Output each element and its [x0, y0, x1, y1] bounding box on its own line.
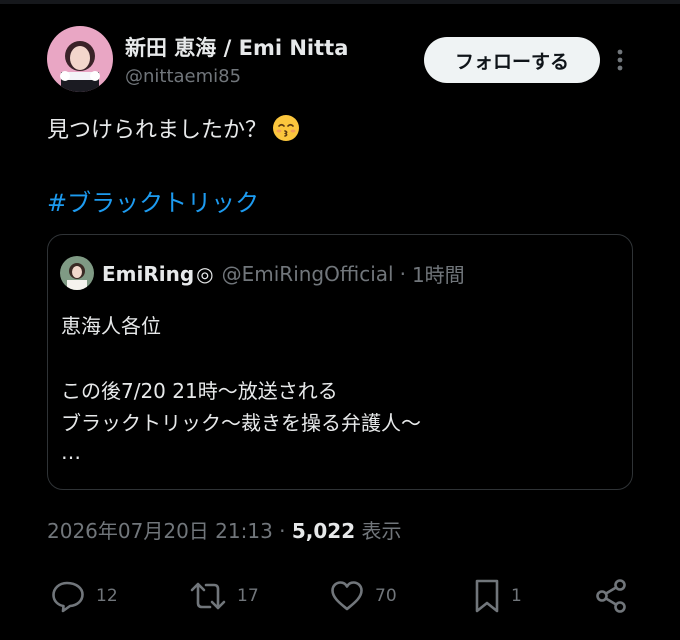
meta-separator: ·	[279, 519, 286, 543]
quoted-author-avatar[interactable]	[60, 256, 94, 290]
more-options-button[interactable]	[608, 44, 632, 76]
view-label: 表示	[361, 519, 402, 543]
quoted-tweet-card[interactable]: EmiRing ◎ @EmiRingOfficial · 1時間 恵海人各位 こ…	[47, 234, 633, 490]
quoted-text-ellipsis: …	[61, 440, 81, 464]
tweet-text: 見つけられましたか？	[47, 112, 301, 144]
quoted-header-separator: ·	[399, 261, 406, 286]
follow-button[interactable]: フォローする	[424, 37, 600, 83]
share-icon	[596, 579, 626, 613]
retweet-icon	[190, 582, 226, 610]
bookmark-button[interactable]: 1	[473, 578, 522, 614]
reply-button[interactable]: 12	[50, 578, 118, 614]
reply-icon	[52, 581, 84, 613]
view-count: 5,022	[291, 519, 356, 543]
quoted-text-line: この後7/20 21時〜放送される	[61, 379, 338, 403]
like-count: 70	[375, 586, 397, 606]
author-handle[interactable]: @nittaemi85	[125, 66, 241, 87]
tweet-timestamp[interactable]: 2026年07月20日 21:13	[47, 519, 273, 543]
retweet-count: 17	[237, 586, 259, 606]
tweet-meta: 2026年07月20日 21:13 · 5,022 表示	[47, 515, 402, 544]
hashtag-link[interactable]: #ブラックトリック	[47, 183, 259, 218]
like-button[interactable]: 70	[329, 578, 397, 614]
quoted-tweet-header: EmiRing ◎ @EmiRingOfficial · 1時間	[102, 259, 465, 288]
kissing-face-icon	[271, 113, 301, 143]
share-button[interactable]	[594, 578, 630, 614]
quoted-text-line: 恵海人各位	[61, 314, 161, 338]
bookmark-icon	[475, 579, 499, 613]
quoted-author-name-mark: ◎	[196, 261, 214, 286]
bookmark-count: 1	[511, 586, 522, 606]
top-edge	[0, 0, 680, 4]
retweet-button[interactable]: 17	[189, 578, 259, 614]
author-display-name[interactable]: 新田 恵海 / Emi Nitta	[125, 32, 348, 62]
quoted-author-handle[interactable]: @EmiRingOfficial	[222, 262, 394, 286]
tweet-text-content: 見つけられましたか？	[47, 118, 268, 143]
quoted-author-name[interactable]: EmiRing	[102, 262, 194, 286]
more-vertical-icon	[617, 49, 623, 71]
author-avatar[interactable]	[47, 26, 113, 92]
quoted-tweet-time[interactable]: 1時間	[412, 259, 465, 288]
quoted-text-line: ブラックトリック〜裁きを操る弁護人〜	[61, 411, 421, 435]
heart-icon	[331, 581, 363, 611]
reply-count: 12	[96, 586, 118, 606]
